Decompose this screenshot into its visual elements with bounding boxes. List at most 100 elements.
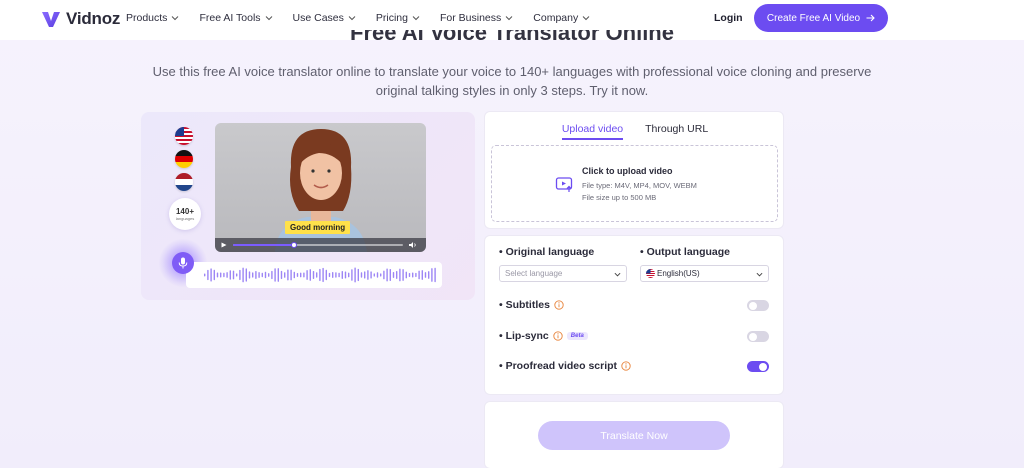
video-control-bar <box>215 238 426 252</box>
waveform-bar <box>303 272 305 278</box>
waveform-bar <box>229 270 231 280</box>
waveform-bar <box>290 269 292 281</box>
waveform-bar <box>319 268 321 282</box>
video-progress-bar[interactable] <box>233 242 403 248</box>
waveform-bar <box>216 272 219 278</box>
waveform-bar <box>207 269 209 281</box>
waveform-bar <box>408 272 411 278</box>
waveform-graphic <box>204 267 436 283</box>
waveform-bar <box>271 270 273 280</box>
waveform-bar <box>348 272 350 278</box>
video-upload-icon <box>555 177 573 192</box>
upload-tabs: Upload video Through URL <box>485 123 785 140</box>
upload-dropzone[interactable]: Click to upload video File type: M4V, MP… <box>491 145 778 222</box>
waveform-bar <box>255 271 257 279</box>
brand-name: Vidnoz <box>66 9 121 28</box>
tab-upload-video[interactable]: Upload video <box>561 123 624 140</box>
page-subtitle: Use this free AI voice translator online… <box>152 64 872 98</box>
waveform-bar <box>332 271 334 279</box>
translate-card: Translate Now <box>484 401 784 468</box>
waveform-bar <box>309 269 311 281</box>
tab-through-url[interactable]: Through URL <box>645 123 708 140</box>
toggle-knob <box>759 362 767 371</box>
waveform-bar <box>245 268 247 282</box>
upload-title: Click to upload video <box>582 166 673 176</box>
waveform-bar <box>264 271 267 279</box>
arrow-right-icon <box>866 14 875 22</box>
waveform-bar <box>293 271 295 279</box>
germany-flag-icon <box>175 150 193 168</box>
netherlands-flag-icon <box>175 173 193 191</box>
info-icon[interactable] <box>554 300 564 310</box>
chevron-down-icon <box>412 16 420 21</box>
waveform-bar <box>392 272 395 278</box>
waveform-bar <box>226 272 228 278</box>
video-progress-handle[interactable] <box>291 242 298 248</box>
waveform-bar <box>415 272 417 278</box>
waveform-bar <box>344 271 347 279</box>
info-icon[interactable] <box>621 361 631 371</box>
chevron-down-icon <box>172 16 179 21</box>
lip-sync-toggle[interactable] <box>747 331 769 342</box>
waveform-bar <box>421 270 423 280</box>
nav-item-label: Company <box>533 12 579 24</box>
nav-item-products[interactable]: Products <box>126 12 179 24</box>
translate-now-button[interactable]: Translate Now <box>538 421 730 450</box>
languages-count-badge: 140+ languages <box>169 198 201 230</box>
upload-card: Upload video Through URL Click to upload… <box>484 111 784 229</box>
chevron-down-icon <box>505 16 513 21</box>
waveform-bar <box>328 272 331 278</box>
page-title-text: Free AI Voice Translator Online <box>350 30 674 44</box>
waveform-bar <box>261 272 263 278</box>
waveform-bar <box>252 272 254 278</box>
waveform-bar <box>431 268 433 282</box>
proofread-row: • Proofread video script <box>499 360 631 372</box>
output-language-select[interactable]: English(US) <box>640 265 769 282</box>
volume-icon[interactable] <box>409 242 417 248</box>
waveform-bar <box>389 268 391 282</box>
waveform-bar <box>370 271 372 279</box>
beta-badge: Beta <box>566 332 588 340</box>
nav-item-label: Free AI Tools <box>199 12 261 24</box>
toggle-knob <box>749 301 757 310</box>
subtitles-toggle[interactable] <box>747 300 769 311</box>
create-free-ai-video-button[interactable]: Create Free AI Video <box>754 4 888 32</box>
nav-item-company[interactable]: Company <box>533 12 590 24</box>
proofread-toggle[interactable] <box>747 361 769 372</box>
original-language-placeholder: Select language <box>505 269 563 278</box>
lip-sync-row: • Lip-sync Beta <box>499 330 588 342</box>
nav-item-pricing[interactable]: Pricing <box>376 12 420 24</box>
waveform-bar <box>386 268 388 282</box>
nav-item-label: Pricing <box>375 12 408 24</box>
waveform-bar <box>335 272 337 278</box>
waveform-bar <box>341 271 343 279</box>
translation-settings-card: • Original language • Output language Se… <box>484 235 784 395</box>
nav-item-label: For Business <box>440 12 502 24</box>
info-icon[interactable] <box>553 331 563 341</box>
play-icon[interactable] <box>221 242 227 248</box>
toggle-knob <box>749 332 757 341</box>
nav-item-use-cases[interactable]: Use Cases <box>293 12 356 24</box>
us-flag-icon <box>646 269 655 278</box>
waveform-bar <box>236 273 238 277</box>
nav-item-free-ai-tools[interactable]: Free AI Tools <box>199 12 272 24</box>
waveform-bar <box>380 273 382 277</box>
waveform-bar <box>399 268 401 282</box>
cta-label: Create Free AI Video <box>766 12 861 24</box>
waveform-bar <box>424 272 427 278</box>
chevron-down-icon <box>756 272 763 277</box>
waveform-bar <box>242 267 244 283</box>
login-link[interactable]: Login <box>714 12 743 24</box>
caption-bubble: Good morning <box>285 221 351 234</box>
original-language-select[interactable]: Select language <box>499 265 627 282</box>
waveform-bar <box>434 267 436 283</box>
microphone-button[interactable] <box>172 252 194 274</box>
us-flag-icon <box>175 127 193 145</box>
waveform-bar <box>367 270 369 280</box>
video-progress-fill <box>233 244 295 246</box>
waveform-bar <box>364 271 366 279</box>
waveform-bar <box>338 272 340 278</box>
vidnoz-logo[interactable]: Vidnoz <box>40 8 120 30</box>
nav-item-for-business[interactable]: For Business <box>440 12 513 24</box>
upload-file-types: File type: M4V, MP4, MOV, WEBM <box>582 181 697 190</box>
